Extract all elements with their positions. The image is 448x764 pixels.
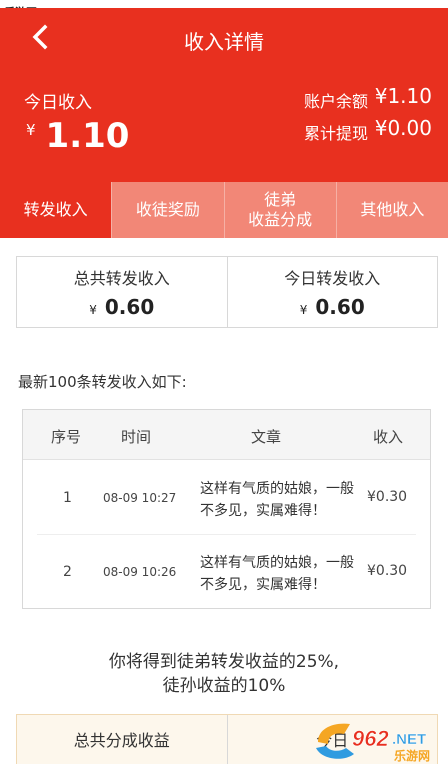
logo-name: 乐游网 [394,748,430,763]
today-income-label: 今日收入 [24,93,92,113]
row-time: 08-09 10:27 [103,491,177,505]
total-forward-value: 0.60 [104,295,155,319]
site-logo: 962 .NET 乐游网 [316,723,430,763]
today-income-amount: ¥1.10 [26,116,129,156]
row-article[interactable]: 这样有气质的姑娘，一般不多见，实属难得！ [200,478,355,522]
tab-apprentice-share[interactable]: 徒弟 收益分成 [223,182,336,238]
tab-apprentice-reward[interactable]: 收徒奖励 [111,182,223,238]
table-row[interactable]: 2 08-09 10:26 这样有气质的姑娘，一般不多见，实属难得！ ¥0.30 [23,534,430,610]
currency-symbol: ¥ [26,121,36,139]
main-content: 总共转发收入 ¥0.60 今日转发收入 ¥0.60 最新100条转发收入如下: … [0,238,448,764]
total-forward-label: 总共转发收入 [73,269,170,288]
table-header: 序号 时间 文章 收入 [23,410,430,460]
total-forward-amount: ¥0.60 [17,295,227,319]
total-forward-stat: 总共转发收入 ¥0.60 [17,257,227,327]
tab-apprentice-share-line2: 收益分成 [248,210,313,229]
row-income: ¥0.30 [367,489,408,505]
page-title: 收入详情 [184,30,264,54]
row-article[interactable]: 这样有气质的姑娘，一般不多见，实属难得！ [200,552,355,596]
total-share-label: 总共分成收益 [73,731,170,750]
table-row[interactable]: 1 08-09 10:27 这样有气质的姑娘，一般不多见，实属难得！ ¥0.30 [23,460,430,536]
tab-other-income[interactable]: 其他收入 [335,182,448,238]
income-table: 序号 时间 文章 收入 1 08-09 10:27 这样有气质的姑娘，一般不多见… [22,409,431,609]
withdrawn-label: 累计提现 [303,124,368,143]
promo-line2: 徒孙收益的10% [162,676,286,696]
income-summary: 今日收入 ¥1.10 账户余额 ¥1.10 累计提现 ¥0.00 [0,66,448,182]
today-income-value: 1.10 [45,116,130,156]
total-share-stat: 总共分成收益 [17,715,227,764]
promo-line1: 你将得到徒弟转发收益的25%, [108,652,340,672]
currency-symbol: ¥ [89,303,97,317]
row-seq: 1 [63,490,72,506]
logo-domain: .NET [392,731,426,748]
row-time: 08-09 10:26 [103,565,177,579]
forward-stats-box: 总共转发收入 ¥0.60 今日转发收入 ¥0.60 [16,256,438,328]
row-seq: 2 [63,564,72,580]
today-forward-amount: ¥0.60 [228,295,438,319]
logo-number: 962 [352,726,389,751]
today-forward-stat: 今日转发收入 ¥0.60 [226,257,438,327]
today-forward-value: 0.60 [315,295,365,319]
income-tabs: 转发收入 收徒奖励 徒弟 收益分成 其他收入 [0,182,448,238]
currency-symbol: ¥ [299,303,308,317]
header-seq: 序号 [51,428,82,446]
header-article: 文章 [251,428,282,446]
header-time: 时间 [121,428,152,446]
header-income: 收入 [373,428,404,446]
today-forward-label: 今日转发收入 [284,269,381,288]
row-income: ¥0.30 [367,563,408,579]
tab-forward-income[interactable]: 转发收入 [0,182,112,238]
list-heading: 最新100条转发收入如下: [18,373,187,391]
top-bar: 收入详情 [0,8,448,66]
balance-label: 账户余额 [303,92,368,111]
balance-value: ¥1.10 [374,84,432,108]
tab-apprentice-share-line1: 徒弟 [264,190,297,209]
withdrawn-value: ¥0.00 [374,116,432,140]
promo-text: 你将得到徒弟转发收益的25%, 徒孙收益的10% [0,650,448,698]
